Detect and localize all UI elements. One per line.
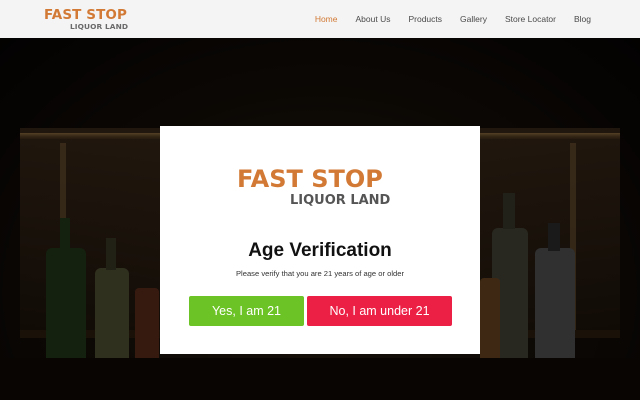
confirm-age-button[interactable]: Yes, I am 21 [189, 296, 304, 326]
nav-products[interactable]: Products [408, 14, 442, 24]
dialog-logo-text-secondary: LIQUOR LAND [290, 193, 391, 208]
main-nav: Home About Us Products Gallery Store Loc… [297, 0, 591, 38]
dialog-logo: FAST STOP LIQUOR LAND [237, 165, 407, 211]
dialog-logo-text-primary: FAST STOP [237, 165, 383, 193]
site-logo[interactable]: FAST STOP LIQUOR LAND [44, 7, 134, 33]
logo-text-secondary: LIQUOR LAND [70, 22, 129, 31]
dialog-title: Age Verification [248, 240, 392, 261]
dialog-subtitle: Please verify that you are 21 years of a… [235, 269, 404, 278]
nav-home[interactable]: Home [315, 14, 338, 24]
nav-blog[interactable]: Blog [574, 14, 591, 24]
site-header: FAST STOP LIQUOR LAND Home About Us Prod… [0, 0, 640, 38]
deny-age-button[interactable]: No, I am under 21 [307, 296, 452, 326]
nav-gallery[interactable]: Gallery [460, 14, 487, 24]
nav-about-us[interactable]: About Us [356, 14, 391, 24]
age-verification-dialog: FAST STOP LIQUOR LAND Age Verification P… [160, 126, 480, 354]
nav-store-locator[interactable]: Store Locator [505, 14, 556, 24]
logo-text-primary: FAST STOP [44, 7, 127, 23]
